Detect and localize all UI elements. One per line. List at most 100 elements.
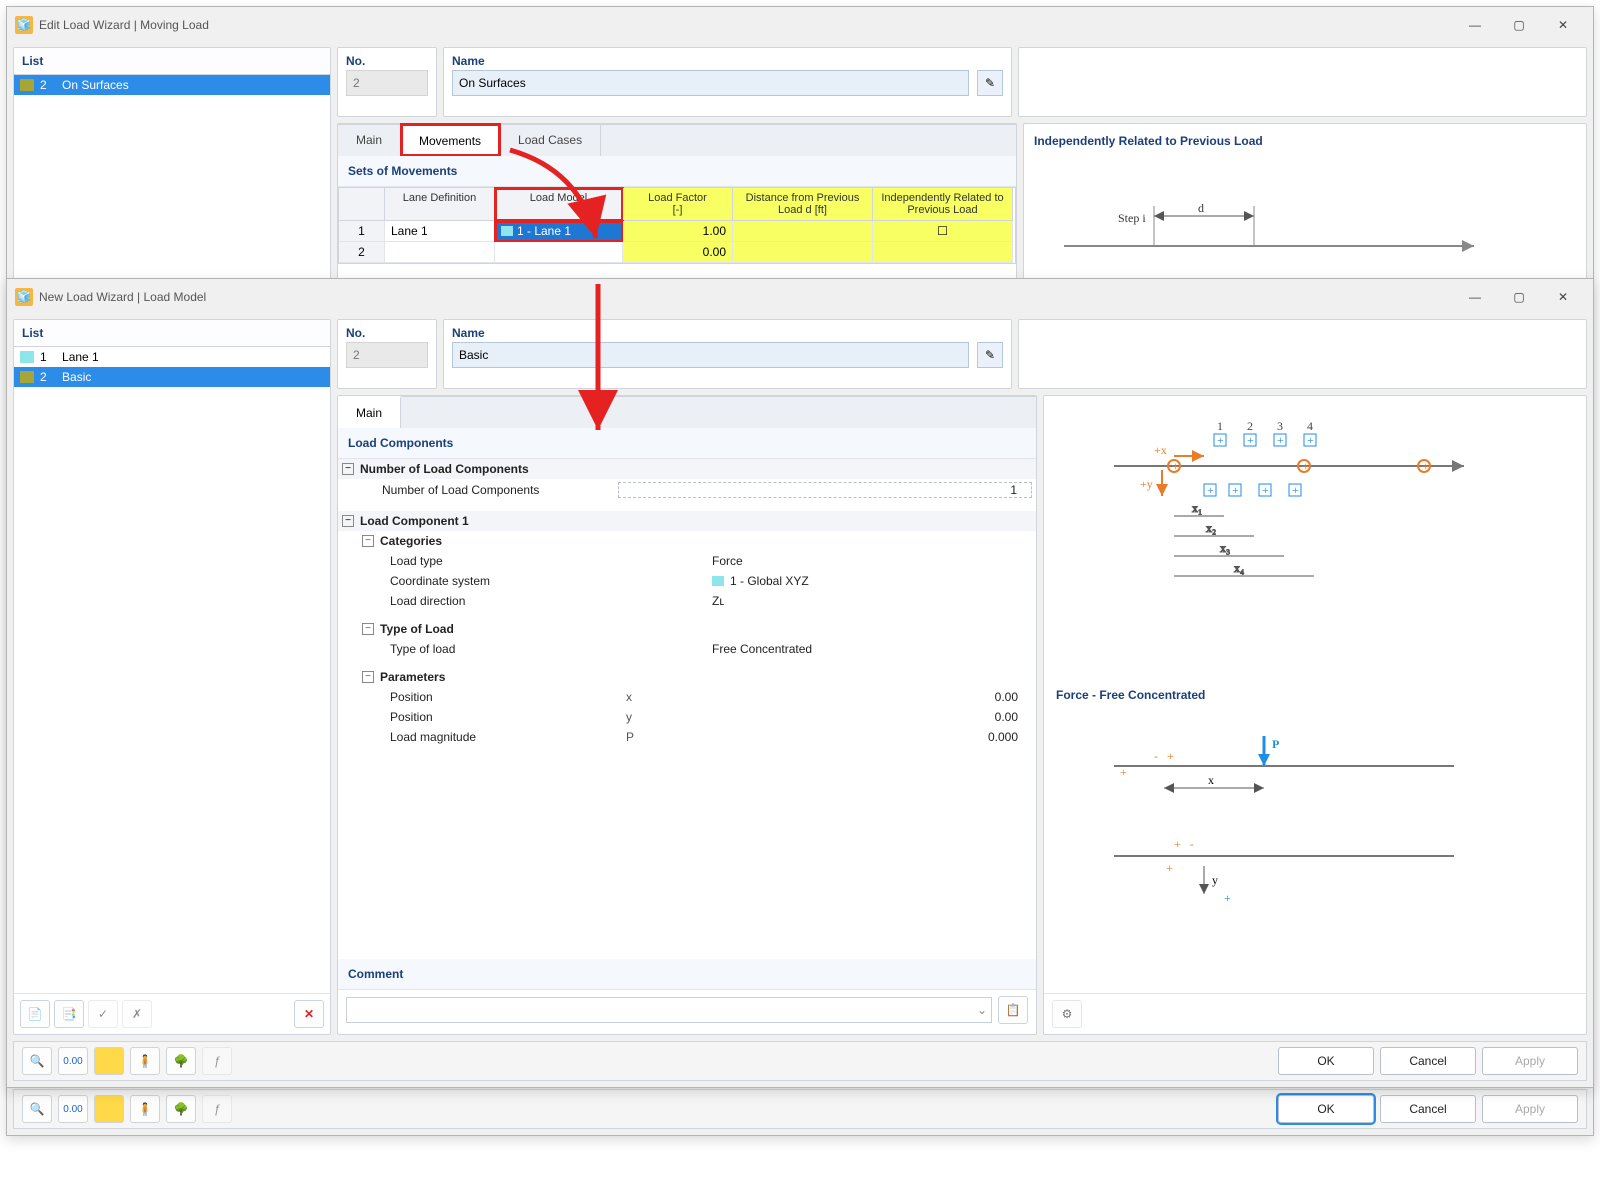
search-button[interactable]: 🔍 xyxy=(22,1095,52,1123)
blank-panel xyxy=(1018,319,1587,389)
ok-button[interactable]: OK xyxy=(1278,1095,1374,1123)
close-button[interactable]: ✕ xyxy=(1541,11,1585,39)
val-load-type[interactable]: Force xyxy=(712,554,1032,568)
apply-button[interactable]: Apply xyxy=(1482,1047,1578,1075)
diagram-settings-button[interactable]: ⚙ xyxy=(1052,1000,1082,1028)
person-button[interactable]: 🧍 xyxy=(130,1095,160,1123)
val-type-of-load[interactable]: Free Concentrated xyxy=(712,642,1032,656)
input-load-magnitude[interactable]: 0.000 xyxy=(712,730,1032,744)
tab-main[interactable]: Main xyxy=(338,125,401,156)
diagram-panel-2: + + + +x +y + + + + xyxy=(1043,395,1587,1035)
col-dist-prev: Distance from Previous Load d [ft] xyxy=(733,188,873,221)
svg-text:x₁: x₁ xyxy=(1192,501,1202,515)
list-item[interactable]: 2 Basic xyxy=(14,367,330,387)
no-input[interactable]: 2 xyxy=(346,70,428,96)
comment-library-button[interactable]: 📋 xyxy=(998,996,1028,1024)
minimize-button[interactable]: — xyxy=(1453,283,1497,311)
window-load-model: 🧊 New Load Wizard | Load Model — ▢ ✕ Lis… xyxy=(6,278,1594,1088)
copy-item-button[interactable]: 📑 xyxy=(54,1000,84,1028)
svg-text:+: + xyxy=(1120,765,1127,779)
prop-load-direction: Load direction xyxy=(390,594,620,608)
footbar-1: 🔍 0.00 🧍 🌳 ƒ OK Cancel Apply xyxy=(13,1089,1587,1129)
svg-text:+: + xyxy=(1172,459,1179,473)
section-load-components: Load Components xyxy=(338,428,1036,459)
person-button[interactable]: 🧍 xyxy=(130,1047,160,1075)
svg-text:Step i: Step i xyxy=(1118,211,1146,225)
name-input[interactable]: Basic xyxy=(452,342,969,368)
cell-indep[interactable]: ☐ xyxy=(873,221,1013,242)
func-button[interactable]: ƒ xyxy=(202,1047,232,1075)
input-num-components[interactable]: 1 xyxy=(618,482,1032,498)
collapse-icon[interactable]: − xyxy=(342,463,354,475)
func-button[interactable]: ƒ xyxy=(202,1095,232,1123)
edit-name-button[interactable]: ✎ xyxy=(977,70,1003,96)
svg-text:+: + xyxy=(1302,459,1309,473)
svg-text:3: 3 xyxy=(1277,419,1283,433)
input-position-x[interactable]: 0.00 xyxy=(712,690,1032,704)
include-button[interactable]: ✓ xyxy=(88,1000,118,1028)
edit-name-button[interactable]: ✎ xyxy=(977,342,1003,368)
new-item-button[interactable]: 📄 xyxy=(20,1000,50,1028)
list-item[interactable]: 2 On Surfaces xyxy=(14,75,330,95)
row-index: 1 xyxy=(339,221,385,242)
cell-load-factor[interactable]: 1.00 xyxy=(623,221,733,242)
name-input[interactable]: On Surfaces xyxy=(452,70,969,96)
maximize-button[interactable]: ▢ xyxy=(1497,283,1541,311)
cell-indep[interactable] xyxy=(873,242,1013,263)
cell-dist-prev[interactable] xyxy=(733,221,873,242)
apply-button[interactable]: Apply xyxy=(1482,1095,1578,1123)
exclude-button[interactable]: ✗ xyxy=(122,1000,152,1028)
color-button[interactable] xyxy=(94,1095,124,1123)
cell-lane[interactable] xyxy=(385,242,495,263)
force-title: Force - Free Concentrated xyxy=(1044,684,1586,706)
val-load-direction[interactable]: Zʟ xyxy=(712,594,1032,608)
collapse-icon[interactable]: − xyxy=(362,671,374,683)
collapse-icon[interactable]: − xyxy=(362,623,374,635)
svg-text:+: + xyxy=(1292,483,1299,497)
comment-input[interactable]: ⌄ xyxy=(346,997,992,1023)
tab-movements[interactable]: Movements xyxy=(401,124,500,156)
cancel-button[interactable]: Cancel xyxy=(1380,1047,1476,1075)
collapse-icon[interactable]: − xyxy=(362,535,374,547)
cell-load-model[interactable]: 1 - Lane 1 xyxy=(495,221,623,242)
color-swatch-icon xyxy=(712,576,724,586)
val-coord-system[interactable]: 1 - Global XYZ xyxy=(712,574,1032,588)
titlebar-2: 🧊 New Load Wizard | Load Model — ▢ ✕ xyxy=(7,279,1593,314)
prop-coord-system: Coordinate system xyxy=(390,574,620,588)
units-button[interactable]: 0.00 xyxy=(58,1095,88,1123)
svg-text:+: + xyxy=(1217,433,1224,447)
minimize-button[interactable]: — xyxy=(1453,11,1497,39)
search-button[interactable]: 🔍 xyxy=(22,1047,52,1075)
tabstrip-1: Main Movements Load Cases xyxy=(338,124,1016,156)
cell-load-model[interactable] xyxy=(495,242,623,263)
list-header-1: List xyxy=(14,48,330,75)
window-title-2: New Load Wizard | Load Model xyxy=(39,290,206,304)
section-comment: Comment xyxy=(338,959,1036,990)
app-icon: 🧊 xyxy=(15,16,33,34)
ok-button[interactable]: OK xyxy=(1278,1047,1374,1075)
tab-main[interactable]: Main xyxy=(338,396,401,428)
delete-button[interactable]: ✕ xyxy=(294,1000,324,1028)
close-button[interactable]: ✕ xyxy=(1541,283,1585,311)
input-position-y[interactable]: 0.00 xyxy=(712,710,1032,724)
cell-load-factor[interactable]: 0.00 xyxy=(623,242,733,263)
tree-button[interactable]: 🌳 xyxy=(166,1047,196,1075)
window-title-1: Edit Load Wizard | Moving Load xyxy=(39,18,209,32)
cancel-button[interactable]: Cancel xyxy=(1380,1095,1476,1123)
list-item[interactable]: 1 Lane 1 xyxy=(14,347,330,367)
app-icon: 🧊 xyxy=(15,288,33,306)
prop-position-x: Position xyxy=(390,690,620,704)
titlebar-1: 🧊 Edit Load Wizard | Moving Load — ▢ ✕ xyxy=(7,7,1593,42)
cell-lane[interactable]: Lane 1 xyxy=(385,221,495,242)
svg-text:+: + xyxy=(1262,483,1269,497)
color-button[interactable] xyxy=(94,1047,124,1075)
svg-text:+: + xyxy=(1277,433,1284,447)
tree-button[interactable]: 🌳 xyxy=(166,1095,196,1123)
maximize-button[interactable]: ▢ xyxy=(1497,11,1541,39)
units-button[interactable]: 0.00 xyxy=(58,1047,88,1075)
collapse-icon[interactable]: − xyxy=(342,515,354,527)
tab-load-cases[interactable]: Load Cases xyxy=(500,125,601,156)
svg-text:+: + xyxy=(1207,483,1214,497)
cell-dist-prev[interactable] xyxy=(733,242,873,263)
no-input[interactable]: 2 xyxy=(346,342,428,368)
